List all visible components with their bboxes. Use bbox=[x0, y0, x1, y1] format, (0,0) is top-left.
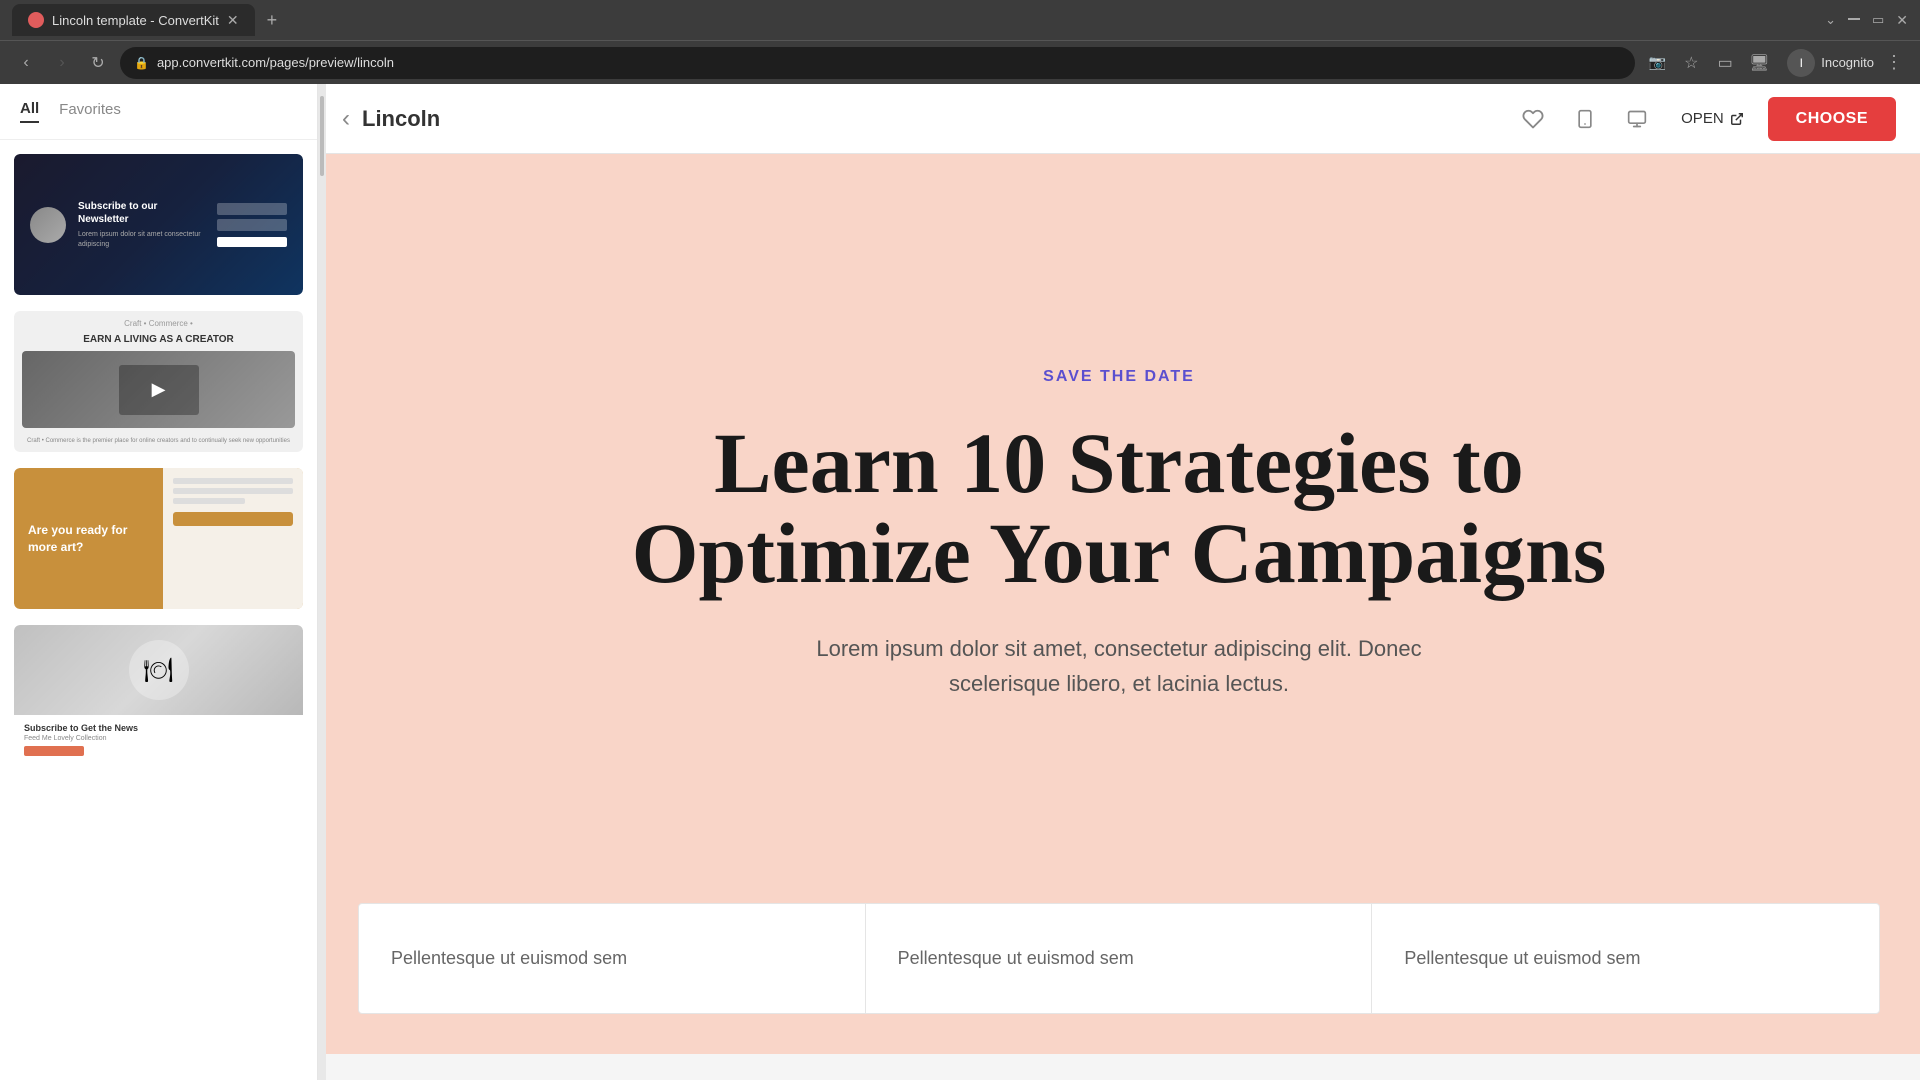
profile-avatar: I bbox=[1787, 49, 1815, 77]
scroll-thumb[interactable] bbox=[320, 96, 324, 176]
main-heading: Learn 10 Strategies to Optimize Your Cam… bbox=[632, 418, 1607, 599]
template-card-creator[interactable]: Craft • Commerce • EARN A LIVING AS A CR… bbox=[12, 309, 305, 454]
sidebar-tab-favorites[interactable]: Favorites bbox=[59, 101, 121, 122]
card2-inner-image: ▶ bbox=[119, 365, 199, 415]
card3-question: Are you ready for more art? bbox=[28, 522, 149, 556]
card4-body: Subscribe to Get the News Feed Me Lovely… bbox=[14, 715, 303, 764]
profile-name: Incognito bbox=[1821, 55, 1874, 70]
tab-favicon bbox=[28, 12, 44, 28]
preview-content: SAVE THE DATE Learn 10 Strategies to Opt… bbox=[318, 154, 1920, 1080]
save-date-label: SAVE THE DATE bbox=[1043, 368, 1195, 386]
sidebar-tab-all[interactable]: All bbox=[20, 100, 39, 123]
back-button[interactable]: ‹ bbox=[342, 105, 350, 133]
chevron-down-icon: ⌄ bbox=[1825, 12, 1836, 28]
sidebar-wrapper: All Favorites Subscribe to our Newslette… bbox=[0, 84, 318, 1080]
new-tab-button[interactable]: + bbox=[267, 10, 278, 31]
card4-image: 🍽 bbox=[14, 625, 303, 715]
desktop-button[interactable] bbox=[1617, 99, 1657, 139]
template-card-food[interactable]: 🍽 Subscribe to Get the News Feed Me Love… bbox=[12, 623, 305, 768]
card2-description: Craft • Commerce is the premier place fo… bbox=[22, 438, 295, 444]
card4-avatar: 🍽 bbox=[129, 640, 189, 700]
mobile-icon bbox=[1575, 108, 1595, 130]
heart-icon bbox=[1522, 108, 1544, 130]
menu-icon[interactable]: ⋮ bbox=[1880, 49, 1908, 77]
tab-title: Lincoln template - ConvertKit bbox=[52, 13, 219, 28]
sidebar-header: All Favorites bbox=[0, 84, 317, 140]
card2-title: EARN A LIVING AS A CREATOR bbox=[22, 334, 295, 345]
form-submit bbox=[217, 237, 287, 247]
close-window-button[interactable]: ✕ bbox=[1896, 12, 1908, 29]
card3-button bbox=[173, 512, 294, 526]
card-subtitle: Lorem ipsum dolor sit amet consectetur a… bbox=[78, 230, 205, 250]
template-card-art[interactable]: Are you ready for more art? bbox=[12, 466, 305, 611]
template-list: Subscribe to our Newsletter Lorem ipsum … bbox=[0, 140, 317, 1080]
grid-text-3: Pellentesque ut euismod sem bbox=[1404, 944, 1847, 973]
refresh-button[interactable]: ↻ bbox=[84, 49, 112, 77]
back-nav-button[interactable]: ‹ bbox=[12, 49, 40, 77]
grid-text-2: Pellentesque ut euismod sem bbox=[898, 944, 1340, 973]
heading-line2: Optimize Your Campaigns bbox=[632, 505, 1607, 601]
card3-line2 bbox=[173, 488, 294, 494]
camera-icon[interactable]: 📷 bbox=[1643, 49, 1671, 77]
grid-cell-3: Pellentesque ut euismod sem bbox=[1372, 904, 1879, 1013]
external-link-icon bbox=[1730, 112, 1744, 126]
card-form bbox=[217, 203, 287, 247]
card-content: Subscribe to our Newsletter Lorem ipsum … bbox=[78, 200, 205, 250]
card3-right bbox=[163, 468, 304, 609]
app-container: All Favorites Subscribe to our Newslette… bbox=[0, 84, 1920, 1080]
open-button[interactable]: OPEN bbox=[1669, 99, 1756, 139]
tablet-icon[interactable]: ▭ bbox=[1711, 49, 1739, 77]
scroll-track bbox=[318, 84, 326, 1080]
choose-button[interactable]: CHOOSE bbox=[1768, 97, 1896, 141]
star-icon[interactable]: ☆ bbox=[1677, 49, 1705, 77]
hero-section: SAVE THE DATE Learn 10 Strategies to Opt… bbox=[358, 214, 1880, 903]
sidebar: All Favorites Subscribe to our Newslette… bbox=[0, 84, 318, 1080]
features-grid: Pellentesque ut euismod sem Pellentesque… bbox=[358, 903, 1880, 1014]
card2-image: ▶ bbox=[22, 351, 295, 428]
header-actions: OPEN CHOOSE bbox=[1513, 97, 1896, 141]
card-title: Subscribe to our Newsletter bbox=[78, 200, 205, 226]
profile-area[interactable]: I Incognito bbox=[1787, 49, 1874, 77]
grid-cell-2: Pellentesque ut euismod sem bbox=[866, 904, 1373, 1013]
browser-toolbar: ‹ › ↻ 🔒 app.convertkit.com/pages/preview… bbox=[0, 40, 1920, 84]
card4-title: Subscribe to Get the News bbox=[24, 723, 293, 733]
lock-icon: 🔒 bbox=[134, 56, 149, 70]
preview-frame: SAVE THE DATE Learn 10 Strategies to Opt… bbox=[318, 154, 1920, 1054]
heading-line1: Learn 10 Strategies to bbox=[714, 415, 1524, 511]
food-icon: 🍽 bbox=[143, 656, 173, 685]
mobile-button[interactable] bbox=[1565, 99, 1605, 139]
window-controls: ⌄ ▭ ✕ bbox=[1825, 12, 1908, 29]
open-label: OPEN bbox=[1681, 110, 1724, 127]
play-icon: ▶ bbox=[152, 379, 166, 400]
forward-nav-button[interactable]: › bbox=[48, 49, 76, 77]
toolbar-actions: 📷 ☆ ▭ 🖥 I Incognito ⋮ bbox=[1643, 49, 1908, 77]
preview-header: ‹ Lincoln bbox=[318, 84, 1920, 154]
grid-text-1: Pellentesque ut euismod sem bbox=[391, 944, 833, 973]
address-bar[interactable]: 🔒 app.convertkit.com/pages/preview/linco… bbox=[120, 47, 1635, 79]
avatar bbox=[30, 207, 66, 243]
card2-brand: Craft • Commerce • bbox=[22, 319, 295, 328]
profile-initial: I bbox=[1800, 56, 1803, 70]
page-title: Lincoln bbox=[362, 106, 1501, 132]
card3-left: Are you ready for more art? bbox=[14, 468, 163, 609]
card3-line3 bbox=[173, 498, 245, 504]
card3-line1 bbox=[173, 478, 294, 484]
close-tab-icon[interactable]: ✕ bbox=[227, 12, 239, 29]
maximize-button[interactable]: ▭ bbox=[1872, 12, 1884, 28]
monitor-icon[interactable]: 🖥 bbox=[1745, 49, 1773, 77]
template-card-newsletter[interactable]: Subscribe to our Newsletter Lorem ipsum … bbox=[12, 152, 305, 297]
main-area: ‹ Lincoln bbox=[318, 84, 1920, 1080]
grid-cell-1: Pellentesque ut euismod sem bbox=[359, 904, 866, 1013]
desktop-icon bbox=[1626, 109, 1648, 129]
card4-subtitle: Feed Me Lovely Collection bbox=[24, 735, 293, 742]
card4-button bbox=[24, 746, 84, 756]
form-field-2 bbox=[217, 219, 287, 231]
heart-button[interactable] bbox=[1513, 99, 1553, 139]
browser-tab[interactable]: Lincoln template - ConvertKit ✕ bbox=[12, 4, 255, 36]
main-description: Lorem ipsum dolor sit amet, consectetur … bbox=[769, 631, 1469, 701]
form-field-1 bbox=[217, 203, 287, 215]
minimize-button[interactable] bbox=[1848, 18, 1860, 20]
url-text: app.convertkit.com/pages/preview/lincoln bbox=[157, 55, 1621, 70]
browser-titlebar: Lincoln template - ConvertKit ✕ + ⌄ ▭ ✕ bbox=[0, 0, 1920, 40]
